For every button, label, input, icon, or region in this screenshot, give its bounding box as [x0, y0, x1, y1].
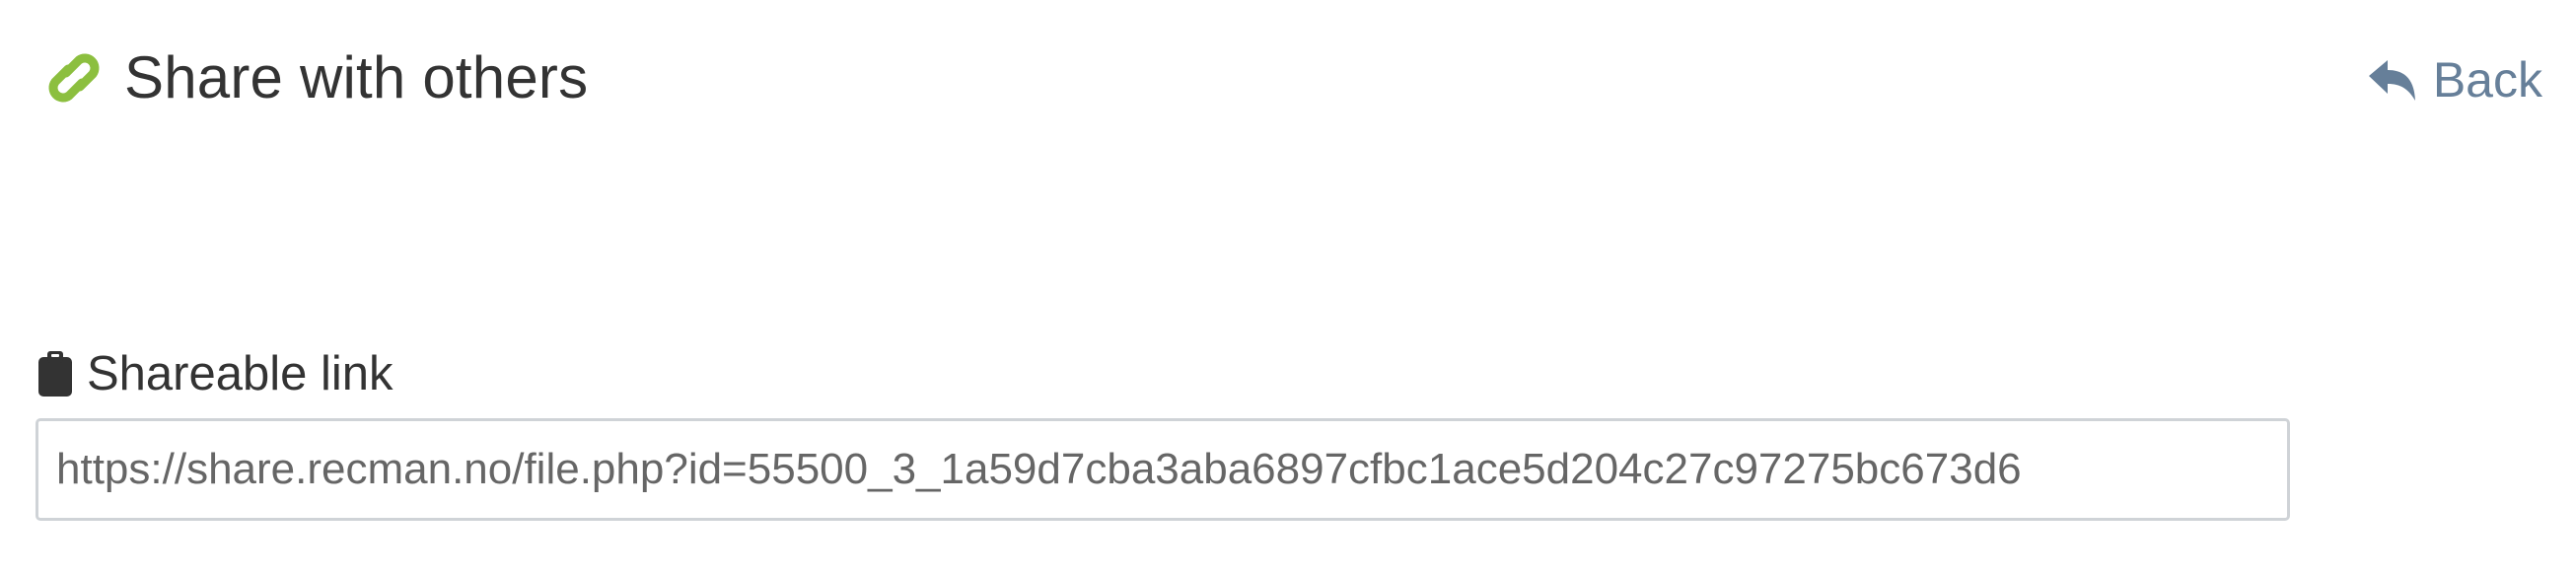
- back-button[interactable]: Back: [2366, 55, 2542, 105]
- share-panel: Share with others Back Shareable link: [0, 0, 2576, 578]
- shareable-link-label-row: Shareable link: [36, 345, 2290, 402]
- shareable-link-section: Shareable link: [36, 345, 2290, 521]
- back-label: Back: [2432, 52, 2542, 108]
- share-header: Share with others: [37, 47, 588, 108]
- shareable-link-input[interactable]: [36, 418, 2290, 521]
- link-icon: [48, 53, 100, 103]
- shareable-link-label: Shareable link: [87, 346, 394, 400]
- page-title: Share with others: [124, 44, 589, 110]
- clipboard-icon: [38, 351, 72, 397]
- reply-arrow-icon: [2368, 60, 2415, 101]
